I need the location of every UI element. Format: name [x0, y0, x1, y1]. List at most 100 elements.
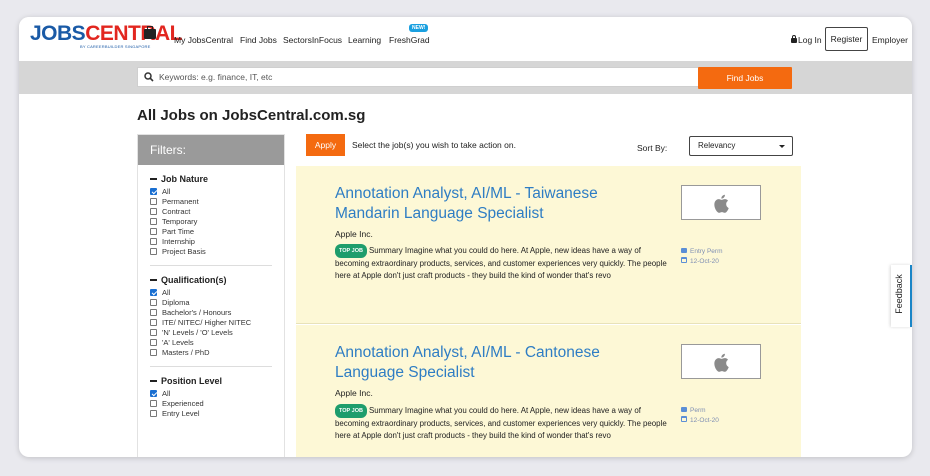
- register-button[interactable]: Register: [825, 27, 868, 51]
- briefcase-icon: [681, 407, 687, 412]
- filter-group-title[interactable]: Qualification(s): [150, 275, 272, 285]
- job-card[interactable]: Annotation Analyst, AI/ML - Taiwanese Ma…: [296, 166, 801, 324]
- top-job-badge: TOP JOB: [335, 404, 367, 418]
- checkbox-checked[interactable]: [150, 288, 157, 296]
- job-meta: Entry Perm 12-Oct-20: [681, 247, 723, 267]
- checkbox[interactable]: [150, 247, 157, 255]
- filters-panel: Filters: Job Nature All Permanent Contra…: [137, 134, 285, 457]
- filters-heading: Filters:: [138, 135, 284, 165]
- filter-option[interactable]: Internship: [150, 237, 272, 247]
- job-card[interactable]: Annotation Analyst, AI/ML - Cantonese La…: [296, 325, 801, 457]
- filter-option[interactable]: Masters / PhD: [150, 348, 272, 358]
- filter-option[interactable]: All: [150, 187, 272, 197]
- filter-group-title[interactable]: Position Level: [150, 376, 272, 386]
- job-description: TOP JOB Summary Imagine what you could do…: [335, 244, 667, 280]
- filter-group-qualifications: Qualification(s) All Diploma Bachelor's …: [138, 275, 284, 367]
- filter-option[interactable]: Experienced: [150, 399, 272, 409]
- job-level: Entry Perm: [681, 247, 723, 257]
- company-logo[interactable]: [681, 344, 761, 379]
- job-title-link[interactable]: Annotation Analyst, AI/ML - Cantonese La…: [335, 343, 635, 383]
- company-name: Apple Inc.: [335, 229, 373, 239]
- checkbox[interactable]: [150, 298, 157, 306]
- checkbox[interactable]: [150, 409, 157, 417]
- filter-option[interactable]: All: [150, 288, 272, 298]
- collapse-icon: [150, 177, 157, 180]
- job-date: 12-Oct-20: [681, 257, 723, 267]
- calendar-icon: [681, 416, 687, 422]
- job-description: TOP JOB Summary Imagine what you could do…: [335, 404, 667, 440]
- job-meta: Perm 12-Oct-20: [681, 406, 719, 426]
- employer-link[interactable]: Employer: [872, 35, 908, 45]
- divider: [150, 366, 272, 367]
- filter-option[interactable]: Entry Level: [150, 409, 272, 419]
- feedback-tab[interactable]: Feedback: [891, 265, 912, 327]
- company-name: Apple Inc.: [335, 388, 373, 398]
- filter-option[interactable]: Part Time: [150, 227, 272, 237]
- checkbox[interactable]: [150, 318, 157, 326]
- apple-logo-icon: [714, 353, 729, 372]
- filter-option[interactable]: 'N' Levels / 'O' Levels: [150, 328, 272, 338]
- top-navbar: JOBSCENTRAL BY CAREERBUILDER SINGAPORE M…: [19, 17, 912, 61]
- nav-learning[interactable]: Learning: [348, 35, 381, 45]
- job-date: 12-Oct-20: [681, 416, 719, 426]
- checkbox[interactable]: [150, 308, 157, 316]
- search-bar: Find Jobs: [19, 61, 912, 94]
- nav-sectors-in-focus[interactable]: SectorsInFocus: [283, 35, 342, 45]
- briefcase-icon: [681, 248, 687, 253]
- lock-icon: [791, 35, 797, 43]
- top-job-badge: TOP JOB: [335, 244, 367, 258]
- new-badge: NEW!: [409, 24, 429, 32]
- nav-find-jobs[interactable]: Find Jobs: [240, 35, 277, 45]
- filter-option[interactable]: Contract: [150, 207, 272, 217]
- collapse-icon: [150, 278, 157, 281]
- briefcase-icon: [144, 26, 156, 39]
- filter-option[interactable]: All: [150, 389, 272, 399]
- checkbox[interactable]: [150, 237, 157, 245]
- calendar-icon: [681, 257, 687, 263]
- checkbox[interactable]: [150, 348, 157, 356]
- feedback-label: Feedback: [893, 274, 904, 314]
- sort-select[interactable]: Relevancy: [689, 136, 793, 156]
- nav-my-jobscentral[interactable]: My JobsCentral: [174, 35, 233, 45]
- find-jobs-button[interactable]: Find Jobs: [698, 67, 792, 89]
- job-level: Perm: [681, 406, 719, 416]
- filter-option[interactable]: Permanent: [150, 197, 272, 207]
- logo-tagline: BY CAREERBUILDER SINGAPORE: [80, 44, 151, 49]
- search-input[interactable]: [159, 68, 699, 86]
- filter-group-title[interactable]: Job Nature: [150, 174, 272, 184]
- divider: [150, 265, 272, 266]
- checkbox[interactable]: [150, 217, 157, 225]
- checkbox[interactable]: [150, 207, 157, 215]
- logo-wordmark: JOBSCENTRAL: [30, 22, 183, 45]
- jobscentral-logo[interactable]: JOBSCENTRAL BY CAREERBUILDER SINGAPORE: [30, 22, 183, 49]
- browser-frame: JOBSCENTRAL BY CAREERBUILDER SINGAPORE M…: [19, 17, 912, 457]
- company-logo[interactable]: [681, 185, 761, 220]
- filter-option[interactable]: Bachelor's / Honours: [150, 308, 272, 318]
- collapse-icon: [150, 379, 157, 382]
- filter-option[interactable]: Diploma: [150, 298, 272, 308]
- chevron-down-icon: [779, 145, 785, 148]
- filter-option[interactable]: Temporary: [150, 217, 272, 227]
- login-link[interactable]: Log In: [791, 35, 822, 45]
- action-instruction: Select the job(s) you wish to take actio…: [352, 140, 516, 150]
- checkbox[interactable]: [150, 399, 157, 407]
- checkbox[interactable]: [150, 197, 157, 205]
- keyword-search-field[interactable]: [137, 67, 702, 87]
- checkbox[interactable]: [150, 328, 157, 336]
- search-icon: [144, 72, 154, 82]
- filter-option[interactable]: Project Basis: [150, 247, 272, 257]
- checkbox-checked[interactable]: [150, 389, 157, 397]
- apple-logo-icon: [714, 194, 729, 213]
- checkbox[interactable]: [150, 227, 157, 235]
- job-title-link[interactable]: Annotation Analyst, AI/ML - Taiwanese Ma…: [335, 184, 635, 224]
- page-title: All Jobs on JobsCentral.com.sg: [137, 107, 366, 124]
- filter-option[interactable]: 'A' Levels: [150, 338, 272, 348]
- checkbox[interactable]: [150, 338, 157, 346]
- filter-group-job-nature: Job Nature All Permanent Contract Tempor…: [138, 174, 284, 266]
- filter-option[interactable]: ITE/ NITEC/ Higher NITEC: [150, 318, 272, 328]
- apply-button[interactable]: Apply: [306, 134, 345, 156]
- checkbox-checked[interactable]: [150, 187, 157, 195]
- sort-by-label: Sort By:: [637, 143, 668, 153]
- filter-group-position-level: Position Level All Experienced Entry Lev…: [138, 376, 284, 419]
- nav-freshgrad[interactable]: FreshGrad: [389, 35, 430, 45]
